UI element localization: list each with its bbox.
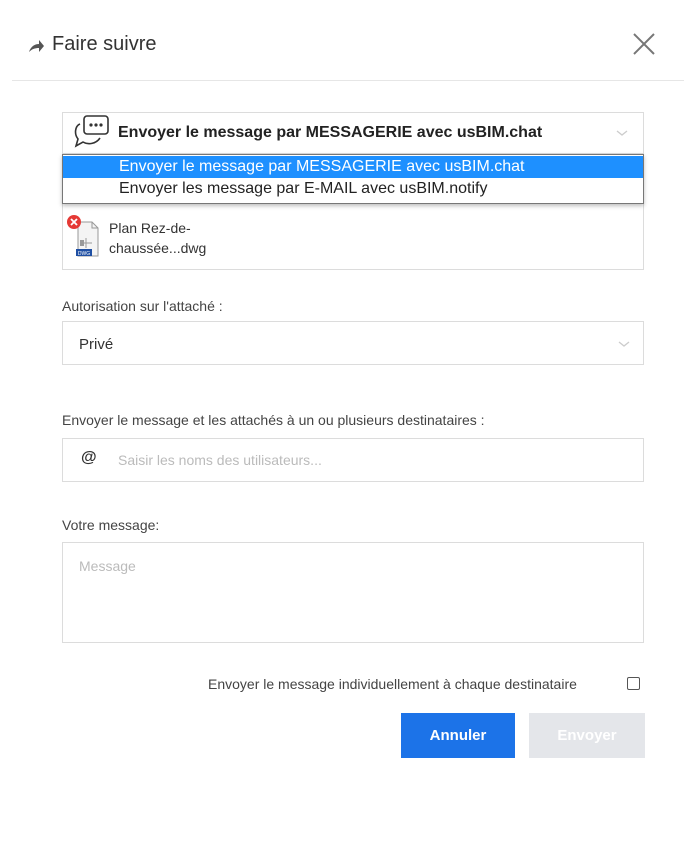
option-email-label: Envoyer les message par E-MAIL avec usBI… — [119, 180, 488, 197]
chevron-down-icon — [616, 130, 628, 136]
option-messagerie[interactable]: Envoyer le message par MESSAGERIE avec u… — [63, 156, 643, 178]
cancel-button[interactable]: Annuler — [401, 713, 515, 758]
chat-bubble-icon — [74, 115, 109, 148]
send-mode-dropdown: Envoyer le message par MESSAGERIE avec u… — [62, 154, 644, 204]
individual-send-label: Envoyer le message individuellement à ch… — [208, 676, 577, 692]
option-email[interactable]: Envoyer les message par E-MAIL avec usBI… — [63, 178, 643, 200]
send-button[interactable]: Envoyer — [529, 713, 645, 758]
authorization-label: Autorisation sur l'attaché : — [62, 298, 223, 314]
message-label: Votre message: — [62, 517, 160, 533]
send-mode-value: Envoyer le message par MESSAGERIE avec u… — [118, 124, 543, 141]
dwg-badge: DWG — [78, 251, 90, 257]
dialog-title: Faire suivre — [52, 33, 157, 55]
attachment-name: Plan Rez-de- — [109, 220, 191, 236]
at-icon: @ — [81, 449, 97, 466]
authorization-select[interactable] — [62, 321, 644, 365]
message-placeholder: Message — [79, 558, 136, 574]
authorization-value: Privé — [79, 336, 114, 353]
close-icon[interactable] — [630, 30, 658, 58]
attachment-name-continued: chaussée...dwg — [109, 240, 207, 256]
option-messagerie-label: Envoyer le message par MESSAGERIE avec u… — [119, 158, 525, 175]
dwg-file-icon: DWG — [67, 215, 99, 257]
chevron-down-icon — [618, 341, 630, 347]
recipients-placeholder: Saisir les noms des utilisateurs... — [118, 452, 322, 468]
recipients-label: Envoyer le message et les attachés à un … — [62, 412, 485, 428]
individual-send-checkbox[interactable] — [627, 677, 640, 690]
forward-arrow-icon — [29, 40, 44, 52]
message-textarea[interactable] — [62, 542, 644, 643]
